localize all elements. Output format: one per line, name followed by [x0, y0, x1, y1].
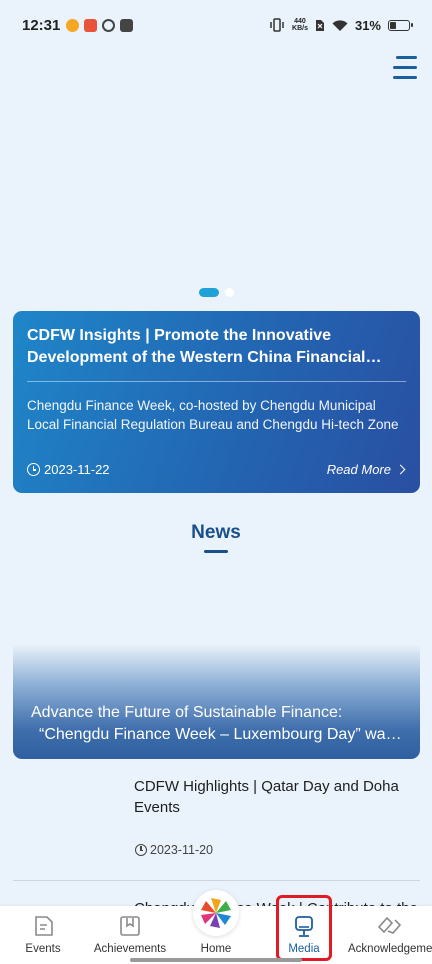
read-more-link[interactable]: Read More: [326, 462, 406, 477]
nav-item-events[interactable]: Events: [14, 906, 72, 964]
network-speed-unit: KB/s: [292, 25, 308, 32]
nav-item-achievements[interactable]: Achievements: [90, 906, 170, 964]
read-more-label: Read More: [326, 462, 391, 477]
featured-news-title-line1: Advance the Future of Sustainable Financ…: [31, 704, 343, 721]
insight-divider: [27, 381, 406, 382]
weibo-icon: [66, 18, 80, 32]
nav-label-acknowledgement: Acknowledgement: [348, 943, 432, 955]
news-item-title: CDFW Highlights | Qatar Day and Doha Eve…: [134, 778, 399, 816]
featured-news-card[interactable]: Advance the Future of Sustainable Financ…: [13, 644, 420, 759]
nav-item-home[interactable]: Home: [190, 890, 242, 964]
no-sim-icon: [315, 19, 324, 31]
media-icon: [295, 916, 313, 937]
home-logo-icon: [193, 890, 239, 936]
notification-icons: [66, 18, 134, 32]
nav-label-events: Events: [25, 943, 61, 955]
banner-dot[interactable]: [224, 288, 234, 297]
achievements-icon: [120, 916, 140, 936]
insight-footer: 2023-11-22 Read More: [27, 462, 406, 477]
news-item-date-text: 2023-11-20: [150, 843, 214, 857]
nav-label-home: Home: [200, 943, 232, 955]
status-time: 12:31: [22, 16, 61, 34]
insight-description: Chengdu Finance Week, co-hosted by Cheng…: [27, 398, 399, 432]
acknowledgement-icon: [377, 916, 402, 934]
banner-pagination: [0, 288, 432, 297]
events-icon: [35, 916, 53, 936]
nav-item-acknowledgement[interactable]: Acknowledgement: [346, 906, 432, 964]
featured-news-title-line2: “Chengdu Finance Week – Luxembourg Day” …: [39, 726, 402, 743]
status-right: 440 KB/s 31%: [269, 17, 413, 33]
sync-icon: [102, 18, 116, 32]
featured-news-title: Advance the Future of Sustainable Financ…: [31, 702, 402, 746]
menu-icon[interactable]: [393, 56, 419, 80]
clock-icon: [135, 844, 147, 856]
battery-percent: 31%: [354, 17, 381, 33]
list-divider: [13, 880, 420, 881]
nav-label-media: Media: [288, 943, 320, 955]
news-heading: News: [191, 522, 241, 543]
battery-icon: [388, 19, 413, 31]
network-speed: 440 KB/s: [292, 18, 308, 32]
news-heading-underline: [204, 550, 228, 553]
insight-card[interactable]: CDFW Insights | Promote the Innovative D…: [13, 311, 420, 493]
home-indicator[interactable]: [130, 958, 302, 962]
nav-label-achievements: Achievements: [93, 943, 167, 955]
clock-icon: [27, 463, 40, 476]
chevron-right-icon: [395, 464, 406, 475]
banner-dot-active[interactable]: [198, 288, 219, 297]
app-notification-icon: [84, 18, 98, 32]
insight-title: CDFW Insights | Promote the Innovative D…: [27, 327, 366, 366]
insight-date: 2023-11-22: [44, 462, 110, 477]
nav-item-media[interactable]: Media: [280, 906, 328, 964]
news-item-date: 2023-11-20: [135, 843, 213, 857]
wifi-icon: [332, 19, 348, 31]
news-list-item[interactable]: CDFW Highlights | Qatar Day and Doha Eve…: [13, 776, 420, 876]
bottom-nav: Events Achievements Home Media Acknowled…: [0, 890, 432, 964]
network-speed-value: 440: [294, 18, 306, 25]
vibrate-icon: [270, 18, 284, 32]
status-bar: 12:31 440 KB/s 31%: [0, 0, 432, 50]
message-icon: [120, 18, 134, 32]
